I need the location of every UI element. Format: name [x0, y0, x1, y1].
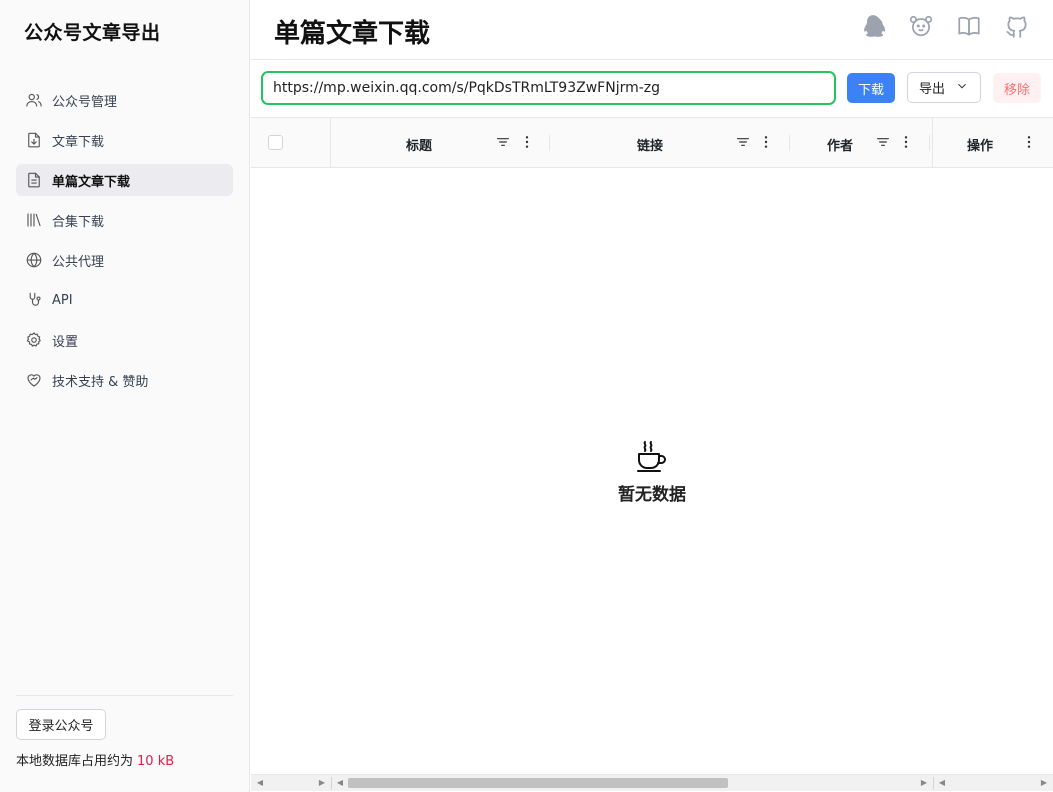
- sidebar-item-label: 公共代理: [52, 254, 105, 270]
- export-label: 导出: [918, 82, 945, 97]
- column-actions-label: 操作: [967, 139, 994, 154]
- db-usage-value: 10 kB: [137, 754, 175, 769]
- login-account-button[interactable]: 登录公众号: [16, 709, 106, 740]
- coffee-cup-icon: [634, 438, 670, 474]
- sidebar-divider: [16, 695, 233, 696]
- sidebar-item-label: 设置: [52, 334, 79, 350]
- select-all-checkbox[interactable]: [268, 135, 283, 150]
- api-icon: [24, 290, 44, 310]
- column-link-label: 链接: [637, 139, 664, 154]
- heart-handshake-icon: [24, 370, 44, 390]
- column-header-link: 链接: [550, 118, 790, 168]
- sidebar-item-collection-download[interactable]: 合集下载: [16, 204, 233, 236]
- sidebar-item-api[interactable]: API: [16, 284, 233, 316]
- scroll-right-arrow-icon[interactable]: ▶: [317, 778, 327, 788]
- db-usage-label: 本地数据库占用约为: [16, 754, 134, 769]
- document-icon: [24, 170, 44, 190]
- sidebar-item-label: 文章下载: [52, 134, 105, 150]
- sidebar-item-label: 技术支持 & 赞助: [52, 374, 149, 390]
- gear-icon: [24, 330, 44, 350]
- sidebar-item-account-manage[interactable]: 公众号管理: [16, 84, 233, 116]
- sidebar-item-support[interactable]: 技术支持 & 赞助: [16, 364, 233, 396]
- sidebar-nav: 公众号管理 文章下载 单篇文章下载 合集下载 公共代理 API 设置 技术支持 …: [16, 84, 233, 404]
- column-header-title: 标题: [331, 118, 549, 168]
- users-icon: [24, 90, 44, 110]
- sidebar: 公众号文章导出 公众号管理 文章下载 单篇文章下载 合集下载 公共代理 API …: [0, 0, 250, 792]
- more-vertical-icon[interactable]: [518, 133, 536, 151]
- more-vertical-icon[interactable]: [897, 133, 915, 151]
- github-icon[interactable]: [1003, 12, 1031, 40]
- sidebar-item-single-article[interactable]: 单篇文章下载: [16, 164, 233, 196]
- articles-table: 标题 链接 作者 操作 暂无数据: [251, 117, 1053, 775]
- column-divider: [929, 135, 930, 151]
- scroll-left-arrow-icon[interactable]: ◀: [255, 778, 265, 788]
- globe-icon: [24, 250, 44, 270]
- empty-state: 暂无数据: [251, 438, 1053, 505]
- empty-state-text: 暂无数据: [618, 485, 686, 505]
- sidebar-item-public-proxy[interactable]: 公共代理: [16, 244, 233, 276]
- scroll-right-arrow-icon[interactable]: ▶: [1039, 778, 1049, 788]
- sidebar-item-label: 单篇文章下载: [52, 174, 131, 190]
- scroll-divider: [331, 777, 332, 790]
- scrollbar-thumb[interactable]: [348, 778, 728, 788]
- horizontal-scrollbar[interactable]: ◀ ▶ ◀ ▶ ◀ ▶: [251, 774, 1053, 791]
- column-title-label: 标题: [406, 139, 433, 154]
- article-url-input[interactable]: [261, 71, 836, 105]
- library-icon: [24, 210, 44, 230]
- sidebar-item-label: API: [52, 292, 73, 308]
- table-header: 标题 链接 作者 操作: [251, 118, 1053, 168]
- header-icons: [859, 12, 1031, 40]
- filter-icon[interactable]: [734, 133, 752, 151]
- page-title: 单篇文章下载: [274, 19, 431, 49]
- db-usage: 本地数据库占用约为 10 kB: [16, 750, 174, 769]
- scroll-divider: [933, 777, 934, 790]
- scroll-left-arrow-icon[interactable]: ◀: [335, 778, 345, 788]
- filter-icon[interactable]: [874, 133, 892, 151]
- file-download-icon: [24, 130, 44, 150]
- scroll-right-arrow-icon[interactable]: ▶: [919, 778, 929, 788]
- column-author-label: 作者: [827, 139, 854, 154]
- page-header: 单篇文章下载: [251, 0, 1053, 60]
- more-vertical-icon[interactable]: [1020, 133, 1038, 151]
- download-button[interactable]: 下载: [847, 73, 895, 103]
- remove-button[interactable]: 移除: [993, 73, 1041, 103]
- penguin-icon[interactable]: [859, 12, 887, 40]
- more-vertical-icon[interactable]: [757, 133, 775, 151]
- dog-icon[interactable]: [907, 12, 935, 40]
- chevron-down-icon: [955, 79, 969, 97]
- column-header-actions: 操作: [933, 118, 1053, 168]
- column-header-author: 作者: [790, 118, 932, 168]
- app-brand: 公众号文章导出: [24, 22, 161, 44]
- sidebar-item-article-download[interactable]: 文章下载: [16, 124, 233, 156]
- export-dropdown[interactable]: 导出: [907, 72, 981, 103]
- book-icon[interactable]: [955, 12, 983, 40]
- filter-icon[interactable]: [494, 133, 512, 151]
- scroll-left-arrow-icon[interactable]: ◀: [937, 778, 947, 788]
- sidebar-item-label: 合集下载: [52, 214, 105, 230]
- sidebar-item-label: 公众号管理: [52, 94, 118, 110]
- sidebar-item-settings[interactable]: 设置: [16, 324, 233, 356]
